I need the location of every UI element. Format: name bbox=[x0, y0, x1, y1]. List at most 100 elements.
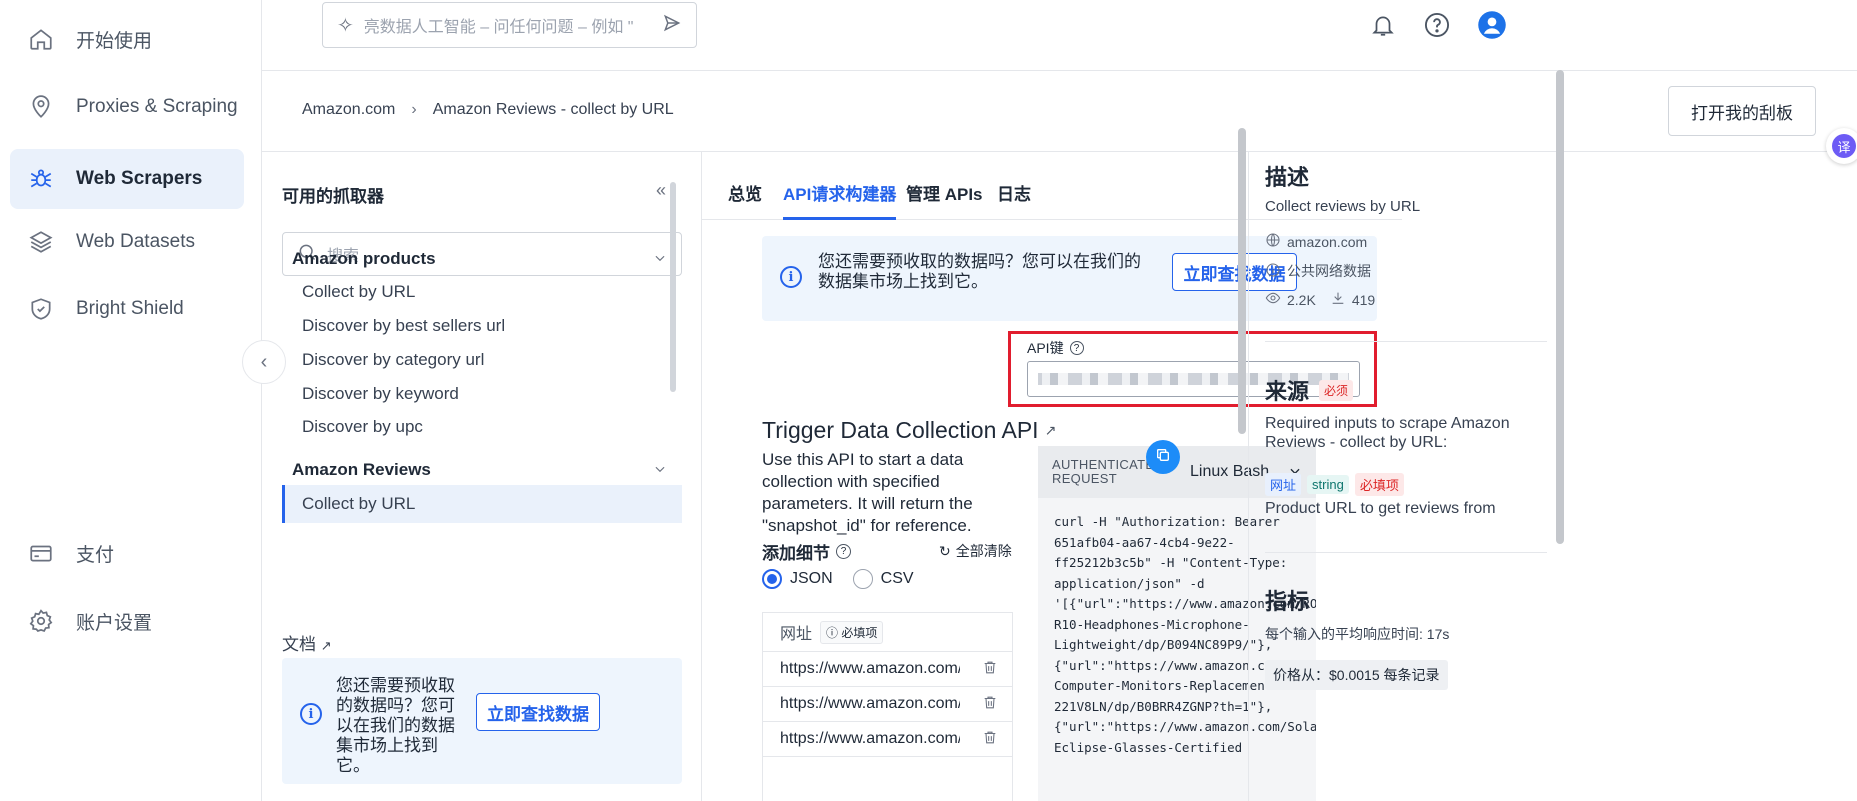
docs-link[interactable]: 文档 ↗ bbox=[282, 630, 332, 655]
chip-required: 必填项 bbox=[1354, 473, 1404, 496]
details-sidebar: 描述 Collect reviews by URL amazon.com 公共网… bbox=[1248, 152, 1558, 801]
scraper-item[interactable]: Collect by URL bbox=[282, 273, 682, 311]
url-input[interactable]: https://www.amazon.com/ bbox=[780, 660, 960, 678]
nav-label: 开始使用 bbox=[76, 30, 153, 52]
sidebar-collapse-button[interactable]: ‹ bbox=[242, 340, 286, 384]
refresh-icon: ↻ bbox=[939, 542, 951, 559]
nav-label: Web Datasets bbox=[76, 231, 195, 252]
spider-icon bbox=[26, 164, 56, 194]
docs-label: 文档 bbox=[282, 635, 316, 654]
ai-search-placeholder: 亮数据人工智能 – 问任何问题 – 例如 " bbox=[363, 19, 634, 36]
open-dashboard-button[interactable]: 打开我的刮板 bbox=[1668, 86, 1816, 136]
scraper-item[interactable]: Discover by best sellers url bbox=[282, 307, 682, 345]
scrapers-panel: 可用的抓取器 « 搜索 Amazon products Collect by U… bbox=[262, 152, 702, 801]
trash-icon[interactable] bbox=[982, 694, 998, 714]
public-data-meta: 公共网络数据 bbox=[1265, 261, 1371, 281]
scraper-item[interactable]: Discover by upc bbox=[282, 408, 682, 446]
download-icon bbox=[1330, 290, 1346, 309]
clear-all-button[interactable]: ↻ 全部清除 bbox=[939, 541, 1012, 561]
translate-icon: 译 bbox=[1832, 134, 1856, 158]
nav-item-proxies[interactable]: Proxies & Scraping bbox=[10, 77, 244, 137]
nav-label: Web Scrapers bbox=[76, 168, 203, 189]
csv-label: CSV bbox=[880, 570, 914, 587]
chevron-left-icon: ‹ bbox=[260, 350, 268, 373]
divider bbox=[1265, 552, 1547, 553]
sparkle-icon: ✧ bbox=[337, 14, 354, 37]
trash-icon[interactable] bbox=[982, 729, 998, 749]
tab-overview[interactable]: 总览 bbox=[728, 180, 762, 217]
nav-item-billing[interactable]: 支付 bbox=[10, 523, 244, 583]
translate-widget[interactable]: 译 bbox=[1826, 128, 1857, 164]
nav-item-get-started[interactable]: 开始使用 bbox=[10, 9, 244, 69]
help-icon[interactable] bbox=[1420, 8, 1454, 42]
table-row: https://www.amazon.com/ bbox=[763, 687, 1012, 722]
breadcrumb-root[interactable]: Amazon.com bbox=[302, 101, 395, 119]
api-key-label-text: API键 bbox=[1027, 340, 1064, 356]
input-description: Product URL to get reviews from bbox=[1265, 500, 1496, 517]
globe-icon bbox=[1265, 232, 1281, 251]
source-text: Required inputs to scrape Amazon Reviews… bbox=[1265, 415, 1510, 451]
info-icon bbox=[1265, 262, 1281, 281]
input-chips: 网址 string 必填项 bbox=[1265, 473, 1410, 496]
details-title-text: 添加细节 bbox=[762, 544, 830, 563]
info-icon: i bbox=[300, 703, 322, 725]
chevron-down-icon bbox=[653, 251, 667, 268]
tab-logs[interactable]: 日志 bbox=[997, 180, 1031, 217]
stats-meta: 2.2K 419 bbox=[1265, 290, 1375, 309]
nav-label: 账户设置 bbox=[76, 612, 153, 634]
scraper-item-selected[interactable]: Collect by URL bbox=[282, 485, 682, 523]
group-amazon-reviews[interactable]: Amazon Reviews bbox=[292, 460, 667, 480]
copy-code-button[interactable] bbox=[1146, 440, 1180, 474]
scraper-item[interactable]: Discover by category url bbox=[282, 341, 682, 379]
nav-item-web-datasets[interactable]: Web Datasets bbox=[10, 212, 244, 272]
nav-item-bright-shield[interactable]: Bright Shield bbox=[10, 279, 244, 339]
info-icon: i bbox=[780, 266, 802, 288]
domain-text: amazon.com bbox=[1287, 233, 1368, 250]
tab-manage-apis[interactable]: 管理 APIs bbox=[906, 180, 983, 217]
external-link-icon[interactable]: ↗ bbox=[1045, 422, 1057, 439]
json-label: JSON bbox=[790, 570, 833, 587]
help-icon[interactable]: ? bbox=[1069, 341, 1084, 355]
nav-item-web-scrapers[interactable]: Web Scrapers bbox=[10, 149, 244, 209]
shield-icon bbox=[26, 294, 56, 324]
csv-radio[interactable] bbox=[852, 569, 873, 589]
ai-search-input[interactable]: ✧ 亮数据人工智能 – 问任何问题 – 例如 " bbox=[322, 2, 697, 48]
description-title: 描述 bbox=[1265, 165, 1310, 190]
url-input[interactable]: https://www.amazon.com/ bbox=[780, 730, 960, 748]
chip-url: 网址 bbox=[1265, 473, 1302, 496]
price-badge: 价格从：$0.0015 每条记录 bbox=[1265, 660, 1448, 690]
eye-icon bbox=[1265, 290, 1281, 309]
tab-api-builder[interactable]: API请求构建器 bbox=[783, 180, 897, 220]
collapse-panel-icon[interactable]: « bbox=[656, 180, 666, 201]
url-input[interactable]: https://www.amazon.com/ bbox=[780, 695, 960, 713]
send-icon[interactable] bbox=[662, 13, 682, 38]
find-data-button[interactable]: 立即查找数据 bbox=[476, 693, 600, 731]
table-row: https://www.amazon.com/ bbox=[763, 652, 1012, 687]
help-icon[interactable]: ? bbox=[836, 544, 851, 559]
nav-label: 支付 bbox=[76, 544, 115, 566]
trigger-title: Trigger Data Collection API ↗ bbox=[762, 417, 1056, 444]
dataset-notice: i 您还需要预收取的数据吗？您可以在我们的数据集市场上找到它。 立即查找数据 bbox=[282, 658, 682, 784]
trash-icon[interactable] bbox=[982, 659, 998, 679]
source-title-text: 来源 bbox=[1265, 379, 1310, 404]
metrics-text: 每个输入的平均响应时间: 17s bbox=[1265, 626, 1450, 642]
trigger-title-text: Trigger Data Collection API bbox=[762, 417, 1039, 443]
public-data-text: 公共网络数据 bbox=[1287, 263, 1371, 279]
json-radio[interactable] bbox=[762, 569, 782, 589]
nav-label: Proxies & Scraping bbox=[76, 96, 238, 117]
bell-icon[interactable] bbox=[1366, 8, 1400, 42]
description-text: Collect reviews by URL bbox=[1265, 198, 1421, 215]
chip-type: string bbox=[1307, 475, 1349, 494]
page-scrollbar[interactable] bbox=[1556, 70, 1564, 544]
format-radio-group: JSON CSV bbox=[762, 569, 914, 589]
api-key-label: API键 ? bbox=[1027, 338, 1084, 358]
chevron-right-icon: › bbox=[411, 101, 417, 118]
avatar[interactable] bbox=[1475, 8, 1509, 42]
url-header-label: 网址 bbox=[780, 626, 813, 643]
nav-item-account-settings[interactable]: 账户设置 bbox=[10, 591, 244, 651]
notice-text: 您还需要预收取的数据吗？您可以在我们的数据集市场上找到它。 bbox=[336, 676, 455, 775]
group-amazon-products[interactable]: Amazon products bbox=[292, 249, 667, 269]
metrics-title: 指标 bbox=[1265, 589, 1310, 614]
middle-scrollbar[interactable] bbox=[1238, 128, 1246, 434]
breadcrumb-bar: Amazon.com › Amazon Reviews - collect by… bbox=[262, 71, 1857, 152]
